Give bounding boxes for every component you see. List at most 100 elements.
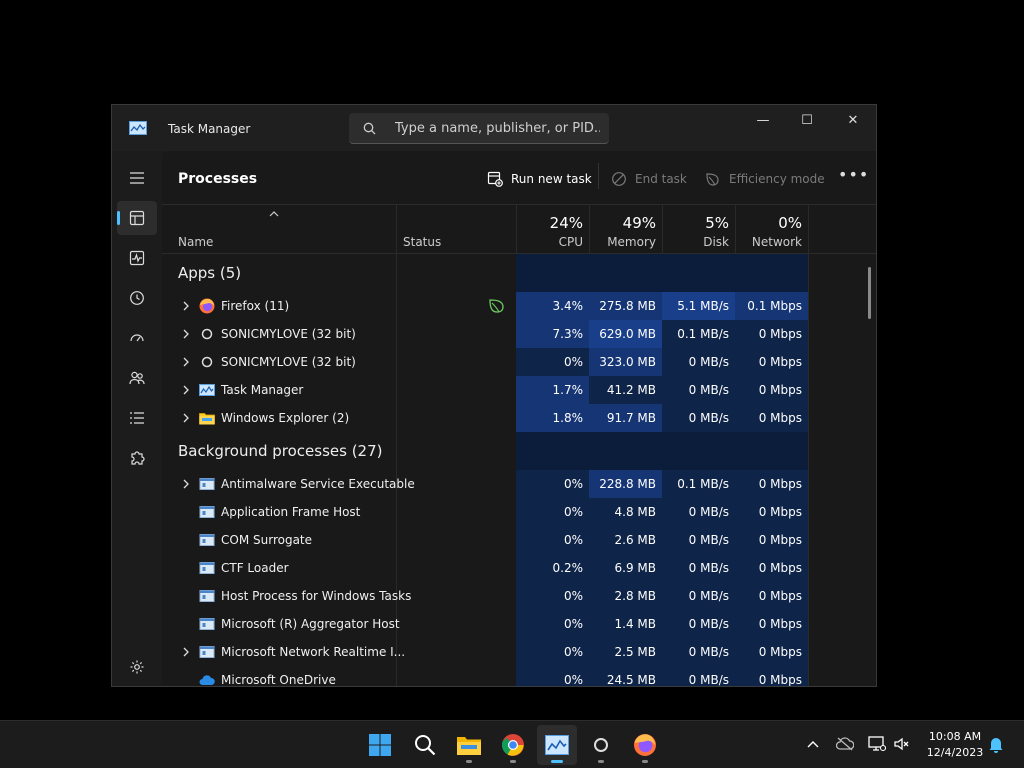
maximize-icon: ☐ bbox=[801, 112, 813, 128]
search-box[interactable] bbox=[349, 113, 609, 144]
service-window-icon bbox=[199, 562, 215, 574]
notifications-button[interactable] bbox=[986, 734, 1006, 754]
chevron-right-icon[interactable] bbox=[180, 327, 192, 341]
show-hidden-icons-button[interactable] bbox=[803, 734, 823, 754]
taskbar-firefox[interactable] bbox=[625, 725, 665, 765]
nav-startup-apps[interactable] bbox=[117, 321, 157, 355]
network-cell: 0 Mbps bbox=[735, 320, 808, 348]
taskbar-clock[interactable]: 10:08 AM 12/4/2023 bbox=[920, 729, 990, 761]
network-monitor-icon bbox=[868, 736, 886, 752]
group-header-apps[interactable]: Apps (5) bbox=[178, 264, 241, 282]
puzzle-icon bbox=[131, 451, 145, 465]
table-row[interactable]: COM Surrogate 0% 2.6 MB 0 MB/s 0 Mbps bbox=[162, 526, 876, 554]
more-options-button[interactable]: ••• bbox=[838, 165, 869, 184]
column-header-name[interactable]: Name bbox=[162, 205, 396, 253]
nav-performance[interactable] bbox=[117, 241, 157, 275]
memory-cell: 2.5 MB bbox=[589, 638, 662, 666]
network-tray-button[interactable] bbox=[867, 734, 887, 754]
clock-date: 12/4/2023 bbox=[926, 746, 984, 759]
run-new-task-button[interactable]: Run new task bbox=[487, 161, 592, 197]
table-row[interactable]: Windows Explorer (2) 1.8% 91.7 MB 0 MB/s… bbox=[162, 404, 876, 432]
taskbar-sonicmylove[interactable] bbox=[581, 725, 621, 765]
cpu-cell: 1.7% bbox=[516, 376, 589, 404]
table-row[interactable]: Task Manager 1.7% 41.2 MB 0 MB/s 0 Mbps bbox=[162, 376, 876, 404]
search-icon bbox=[363, 122, 376, 135]
cpu-cell: 3.4% bbox=[516, 292, 589, 320]
processes-icon bbox=[129, 210, 145, 226]
chevron-right-icon[interactable] bbox=[180, 355, 192, 369]
taskbar-file-explorer[interactable] bbox=[449, 725, 489, 765]
disk-cell: 0 MB/s bbox=[662, 498, 735, 526]
hamburger-icon bbox=[130, 172, 144, 184]
volume-tray-button[interactable] bbox=[892, 734, 912, 754]
leaf-icon bbox=[706, 173, 719, 186]
vertical-scrollbar[interactable] bbox=[868, 267, 871, 319]
column-label-disk: Disk bbox=[703, 235, 729, 249]
nav-services[interactable] bbox=[117, 441, 157, 475]
table-row[interactable]: Antimalware Service Executable 0% 228.8 … bbox=[162, 470, 876, 498]
disk-cell: 0 MB/s bbox=[662, 638, 735, 666]
cpu-cell: 0% bbox=[516, 526, 589, 554]
hamburger-menu-button[interactable] bbox=[117, 161, 157, 195]
onedrive-tray-button[interactable] bbox=[835, 734, 855, 754]
start-button[interactable] bbox=[360, 725, 400, 765]
disk-cell: 0 MB/s bbox=[662, 376, 735, 404]
close-button[interactable]: ✕ bbox=[830, 105, 876, 135]
table-row[interactable]: SONICMYLOVE (32 bit) 7.3% 629.0 MB 0.1 M… bbox=[162, 320, 876, 348]
nav-details[interactable] bbox=[117, 401, 157, 435]
cpu-cell: 0.2% bbox=[516, 554, 589, 582]
nav-processes[interactable] bbox=[117, 201, 157, 235]
column-header-memory[interactable]: 49% Memory bbox=[589, 205, 662, 253]
network-cell: 0 Mbps bbox=[735, 376, 808, 404]
cpu-cell: 0% bbox=[516, 348, 589, 376]
table-row[interactable]: Application Frame Host 0% 4.8 MB 0 MB/s … bbox=[162, 498, 876, 526]
network-cell: 0 Mbps bbox=[735, 526, 808, 554]
column-header-status[interactable]: Status bbox=[396, 205, 516, 253]
memory-cell: 228.8 MB bbox=[589, 470, 662, 498]
chevron-right-icon[interactable] bbox=[180, 477, 192, 491]
task-manager-icon bbox=[545, 735, 569, 755]
end-task-button[interactable]: End task bbox=[611, 161, 687, 197]
table-row[interactable]: Microsoft OneDrive 0% 24.5 MB 0 MB/s 0 M… bbox=[162, 666, 876, 687]
nav-users[interactable] bbox=[117, 361, 157, 395]
taskbar-task-manager[interactable] bbox=[537, 725, 577, 765]
column-header-disk[interactable]: 5% Disk bbox=[662, 205, 735, 253]
navigation-rail bbox=[112, 151, 162, 686]
column-header-network[interactable]: 0% Network bbox=[735, 205, 808, 253]
network-cell: 0 Mbps bbox=[735, 498, 808, 526]
column-header-cpu[interactable]: 24% CPU bbox=[516, 205, 589, 253]
table-row[interactable]: Host Process for Windows Tasks 0% 2.8 MB… bbox=[162, 582, 876, 610]
nav-settings[interactable] bbox=[117, 650, 157, 684]
minimize-button[interactable]: — bbox=[740, 105, 786, 135]
service-window-icon bbox=[199, 590, 215, 602]
table-row[interactable]: Microsoft (R) Aggregator Host 0% 1.4 MB … bbox=[162, 610, 876, 638]
disk-cell: 0 MB/s bbox=[662, 610, 735, 638]
column-header-row: Name Status 24% CPU 49% Memory 5% Disk 0… bbox=[162, 204, 876, 254]
search-input[interactable] bbox=[395, 119, 600, 137]
group-header-background[interactable]: Background processes (27) bbox=[178, 442, 383, 460]
cloud-offline-icon bbox=[836, 737, 854, 751]
table-row[interactable]: Microsoft Network Realtime I... 0% 2.5 M… bbox=[162, 638, 876, 666]
disk-cell: 0.1 MB/s bbox=[662, 320, 735, 348]
minimize-icon: — bbox=[756, 112, 770, 128]
page-title: Processes bbox=[178, 171, 258, 187]
chevron-right-icon[interactable] bbox=[180, 645, 192, 659]
nav-app-history[interactable] bbox=[117, 281, 157, 315]
table-row[interactable]: SONICMYLOVE (32 bit) 0% 323.0 MB 0 MB/s … bbox=[162, 348, 876, 376]
title-bar[interactable]: Task Manager — ☐ ✕ bbox=[112, 105, 876, 151]
disk-cell: 0 MB/s bbox=[662, 526, 735, 554]
taskbar-search-button[interactable] bbox=[405, 725, 445, 765]
taskbar: 10:08 AM 12/4/2023 bbox=[0, 720, 1024, 768]
maximize-button[interactable]: ☐ bbox=[784, 105, 830, 135]
details-list-icon bbox=[130, 412, 144, 424]
column-label-memory: Memory bbox=[607, 235, 656, 249]
table-row[interactable]: CTF Loader 0.2% 6.9 MB 0 MB/s 0 Mbps bbox=[162, 554, 876, 582]
process-name: Microsoft OneDrive bbox=[221, 673, 336, 687]
efficiency-mode-button[interactable]: Efficiency mode bbox=[705, 161, 825, 197]
chevron-right-icon[interactable] bbox=[180, 299, 192, 313]
chevron-right-icon[interactable] bbox=[180, 411, 192, 425]
table-row[interactable]: Firefox (11) 3.4% 275.8 MB 5.1 MB/s 0.1 … bbox=[162, 292, 876, 320]
taskbar-chrome[interactable] bbox=[493, 725, 533, 765]
chevron-right-icon[interactable] bbox=[180, 383, 192, 397]
chevron-up-icon bbox=[807, 741, 819, 748]
